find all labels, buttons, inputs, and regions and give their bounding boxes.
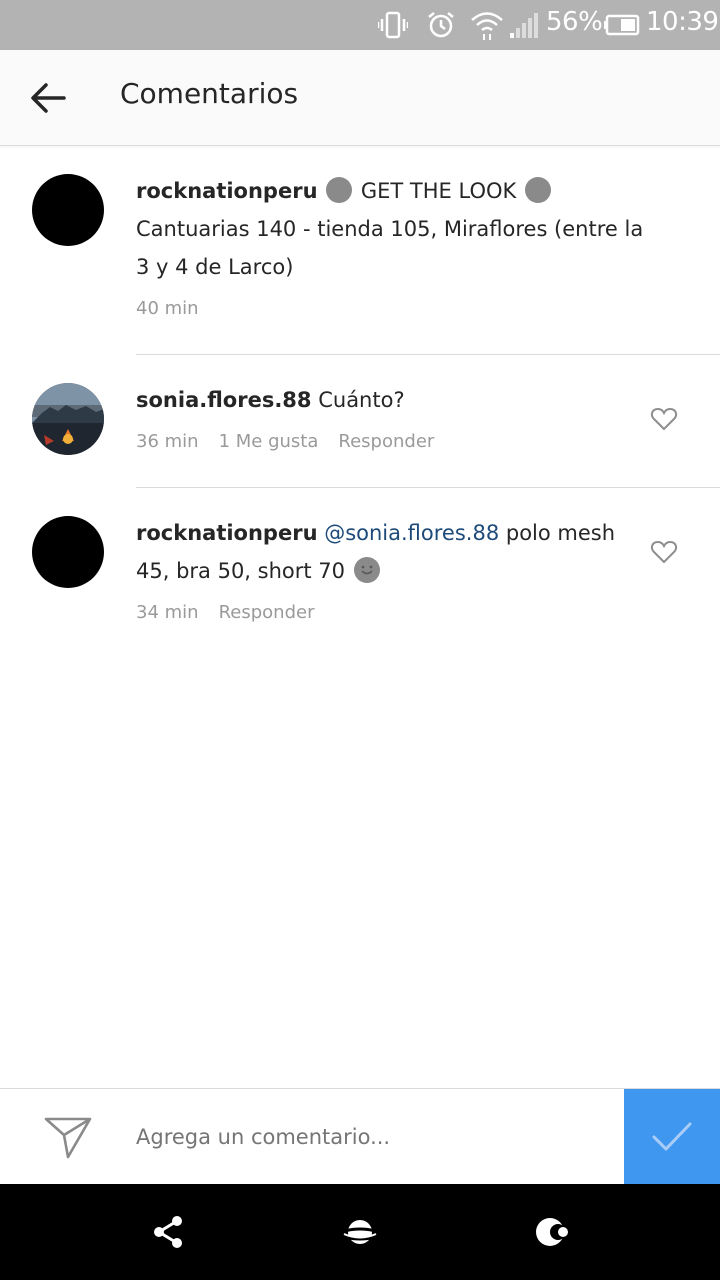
comment-text: sonia.flores.88 Cuánto? bbox=[136, 381, 616, 419]
comment-time: 40 min bbox=[136, 298, 199, 319]
like-count[interactable]: 1 Me gusta bbox=[219, 431, 319, 452]
back-arrow-icon[interactable] bbox=[22, 72, 74, 124]
comment-meta: 34 min Responder bbox=[136, 602, 314, 623]
signal-icon bbox=[508, 10, 540, 40]
battery-icon bbox=[604, 10, 640, 40]
clock: 10:39 bbox=[646, 7, 719, 37]
comment-text-part: Cantuarias 140 - tienda 105, Miraflores … bbox=[136, 217, 644, 279]
status-bar: 56% 10:39 bbox=[0, 0, 720, 50]
avatar[interactable] bbox=[32, 383, 104, 455]
emoji-icon bbox=[524, 177, 551, 203]
vibrate-icon bbox=[378, 10, 408, 40]
comment-meta: 36 min 1 Me gusta Responder bbox=[136, 431, 434, 452]
direct-send-icon[interactable] bbox=[40, 1113, 96, 1161]
post-comment-button[interactable] bbox=[624, 1089, 720, 1185]
comment-username[interactable]: rocknationperu bbox=[136, 179, 318, 203]
checkmark-icon bbox=[652, 1122, 692, 1151]
heart-icon[interactable] bbox=[650, 538, 678, 566]
battery-percent: 56% bbox=[546, 7, 603, 37]
planet-icon[interactable] bbox=[340, 1212, 380, 1252]
mention-link[interactable]: @sonia.flores.88 bbox=[324, 521, 499, 545]
comment-username[interactable]: rocknationperu bbox=[136, 521, 318, 545]
moon-icon[interactable] bbox=[532, 1212, 572, 1252]
comment-username[interactable]: sonia.flores.88 bbox=[136, 388, 312, 412]
reply-button[interactable]: Responder bbox=[338, 431, 434, 452]
emoji-icon bbox=[326, 177, 353, 203]
avatar[interactable] bbox=[32, 516, 104, 588]
share-nodes-icon[interactable] bbox=[148, 1212, 188, 1252]
smiley-emoji-icon bbox=[353, 557, 380, 583]
comment-input[interactable] bbox=[136, 1119, 596, 1155]
comment-text: rocknationperu @sonia.flores.88 polo mes… bbox=[136, 514, 636, 590]
reply-button[interactable]: Responder bbox=[219, 602, 315, 623]
comment-time: 34 min bbox=[136, 602, 199, 623]
page-title: Comentarios bbox=[120, 77, 299, 110]
comment-text: rocknationperu GET THE LOOK Cantuarias 1… bbox=[136, 172, 656, 286]
comment-content: Cuánto? bbox=[318, 388, 405, 412]
alarm-icon bbox=[425, 10, 457, 40]
comment-item: rocknationperu GET THE LOOK Cantuarias 1… bbox=[0, 146, 720, 354]
heart-icon[interactable] bbox=[650, 405, 678, 433]
comment-composer bbox=[0, 1088, 720, 1185]
comment-text-part: GET THE LOOK bbox=[360, 179, 517, 203]
app-header: Comentarios bbox=[0, 50, 720, 146]
comment-item: rocknationperu @sonia.flores.88 polo mes… bbox=[0, 488, 720, 648]
avatar[interactable] bbox=[32, 174, 104, 246]
wifi-icon bbox=[470, 10, 504, 40]
comment-meta: 40 min bbox=[136, 298, 199, 319]
comment-item: sonia.flores.88 Cuánto? 36 min 1 Me gust… bbox=[0, 355, 720, 487]
comment-time: 36 min bbox=[136, 431, 199, 452]
navigation-bar bbox=[0, 1184, 720, 1280]
